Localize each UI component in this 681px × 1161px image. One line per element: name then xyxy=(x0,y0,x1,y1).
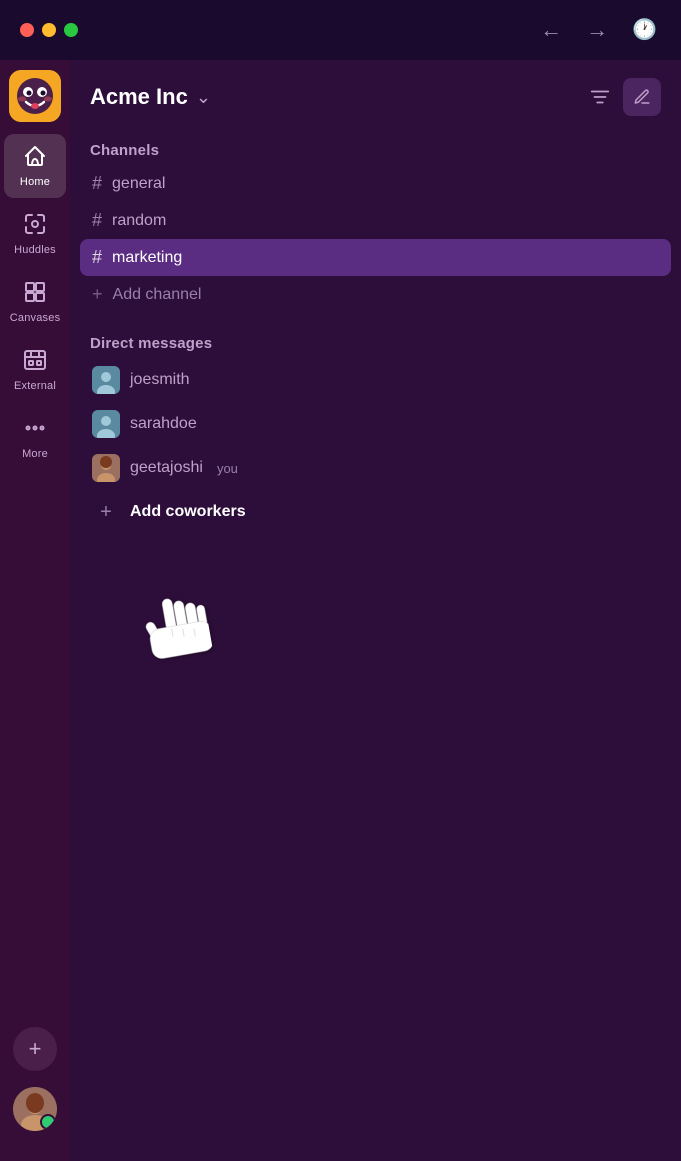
channel-sidebar: Acme Inc ⌄ xyxy=(70,60,681,1161)
dm-name-geetajoshi: geetajoshi xyxy=(130,459,203,477)
sidebar-item-home-label: Home xyxy=(20,176,50,188)
home-icon xyxy=(23,144,47,172)
channel-name-marketing: marketing xyxy=(112,249,182,267)
dm-you-badge: you xyxy=(217,461,238,476)
hash-icon-general: # xyxy=(92,173,102,194)
dm-item-joesmith[interactable]: joesmith xyxy=(80,358,671,402)
canvases-icon xyxy=(23,280,47,308)
channel-name-general: general xyxy=(112,175,165,193)
back-button[interactable]: ← xyxy=(536,15,566,45)
channels-section-label: Channels xyxy=(80,132,671,165)
app-icon[interactable] xyxy=(9,70,61,122)
huddles-icon xyxy=(23,212,47,240)
sidebar-item-more[interactable]: More xyxy=(4,406,66,470)
hash-icon-random: # xyxy=(92,210,102,231)
dm-avatar-joesmith xyxy=(92,366,120,394)
workspace-name: Acme Inc xyxy=(90,84,188,110)
main-layout: Home Huddles xyxy=(0,60,681,1161)
dm-name-sarahdoe: sarahdoe xyxy=(130,415,197,433)
add-coworkers-label: Add coworkers xyxy=(130,503,246,521)
channel-item-marketing[interactable]: # marketing xyxy=(80,239,671,276)
dm-avatar-sarahdoe xyxy=(92,410,120,438)
minimize-button[interactable] xyxy=(42,23,56,37)
close-button[interactable] xyxy=(20,23,34,37)
sidebar-item-home[interactable]: Home xyxy=(4,134,66,198)
add-coworkers-icon: + xyxy=(92,498,120,526)
external-icon xyxy=(23,348,47,376)
sidebar-item-canvases-label: Canvases xyxy=(10,312,61,324)
channel-name-random: random xyxy=(112,212,166,230)
add-workspace-button[interactable]: + xyxy=(13,1027,57,1071)
workspace-name-area[interactable]: Acme Inc ⌄ xyxy=(90,84,211,110)
hash-icon-marketing: # xyxy=(92,247,102,268)
dm-item-sarahdoe[interactable]: sarahdoe xyxy=(80,402,671,446)
sidebar-item-huddles-label: Huddles xyxy=(14,244,56,256)
add-channel-item[interactable]: + Add channel xyxy=(80,276,671,313)
more-icon xyxy=(23,416,47,444)
nav-items: Home Huddles xyxy=(0,132,70,1027)
sidebar-header: Acme Inc ⌄ xyxy=(70,60,681,132)
dm-avatar-geetajoshi xyxy=(92,454,120,482)
sidebar-item-huddles[interactable]: Huddles xyxy=(4,202,66,266)
user-avatar[interactable] xyxy=(13,1087,57,1131)
channel-item-random[interactable]: # random xyxy=(80,202,671,239)
filter-button[interactable] xyxy=(589,86,611,108)
history-button[interactable]: 🕐 xyxy=(628,16,661,44)
add-channel-icon: + xyxy=(92,284,103,305)
dm-name-joesmith: joesmith xyxy=(130,371,190,389)
forward-button[interactable]: → xyxy=(582,15,612,45)
bottom-actions: + xyxy=(13,1027,57,1141)
dm-section-label: Direct messages xyxy=(80,325,671,358)
header-actions xyxy=(589,78,661,116)
compose-button[interactable] xyxy=(623,78,661,116)
sidebar-content: Channels # general # random # marketing … xyxy=(70,132,681,1161)
maximize-button[interactable] xyxy=(64,23,78,37)
window-controls xyxy=(20,23,78,37)
add-coworkers-item[interactable]: + Add coworkers xyxy=(80,490,671,534)
titlebar: ← → 🕐 xyxy=(0,0,681,60)
channel-item-general[interactable]: # general xyxy=(80,165,671,202)
nav-controls: ← → 🕐 xyxy=(536,15,661,45)
dm-section: Direct messages joesmith xyxy=(80,325,671,534)
sidebar-item-more-label: More xyxy=(22,448,48,460)
sidebar-item-external-label: External xyxy=(14,380,56,392)
add-channel-label: Add channel xyxy=(113,286,202,304)
workspace-dropdown-icon: ⌄ xyxy=(196,87,211,108)
sidebar-item-external[interactable]: External xyxy=(4,338,66,402)
sidebar-item-canvases[interactable]: Canvases xyxy=(4,270,66,334)
dm-item-geetajoshi[interactable]: geetajoshi you xyxy=(80,446,671,490)
workspace-sidebar: Home Huddles xyxy=(0,60,70,1161)
